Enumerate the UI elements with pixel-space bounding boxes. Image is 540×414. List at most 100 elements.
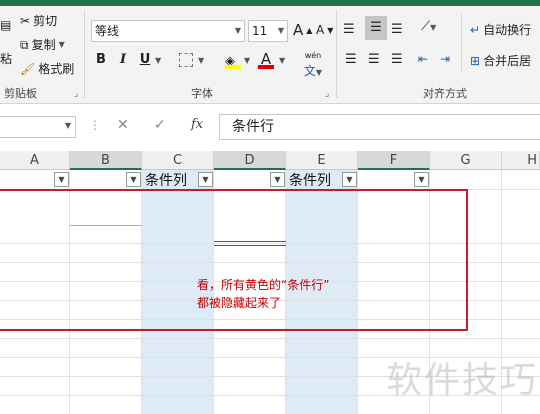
italic-button[interactable]: I [114,52,132,67]
paste-button[interactable]: ▤ 粘 [0,14,14,66]
name-box[interactable]: ▼ [0,116,76,138]
paste-icon: ▤ [0,18,12,32]
align-center-button[interactable]: ☰ [368,52,380,67]
row-divider [0,338,540,339]
shrink-font-icon: A [316,23,325,37]
wrap-text-icon: ↵ [470,22,481,37]
font-size-box[interactable]: 11 ▼ [248,20,288,42]
wrap-text-label: 自动换行 [483,23,532,37]
alignment-group-label: 对齐方式 [423,87,467,100]
cut-label: 剪切 [33,14,58,28]
column-header-f[interactable]: F [358,151,430,170]
chevron-down-icon[interactable]: ▼ [198,56,204,65]
copy-button[interactable]: ⧉ 复制 ▼ [20,36,65,53]
fx-icon: fx [191,117,204,132]
chevron-down-icon: ▼ [274,175,281,184]
clipboard-group-label: 剪贴板 [4,87,37,100]
chevron-down-icon: ▼ [346,175,353,184]
group-divider [461,14,462,72]
filter-dropdown-e[interactable]: ▼ [342,172,357,187]
align-right-icon: ☰ [391,52,403,67]
borders-icon[interactable] [179,53,193,67]
column-header-b[interactable]: B [70,151,142,170]
column-header-g[interactable]: G [430,151,502,170]
chevron-down-icon: ▼ [58,175,65,184]
title-bar-strip [0,0,540,6]
font-size-value: 11 [252,24,268,38]
wrap-text-button[interactable]: ↵ 自动换行 [470,21,531,38]
merge-center-button[interactable]: ⊞ 合并后居 [470,52,531,69]
decrease-font-button[interactable]: A ▼ [316,23,333,37]
align-top-button[interactable]: ☰ [343,18,361,37]
chevron-down-icon: ▼ [234,26,241,35]
align-middle-icon: ☰ [370,20,382,35]
group-divider [84,10,85,98]
filter-dropdown-b[interactable]: ▼ [126,172,141,187]
chevron-down-icon: ▼ [430,23,437,32]
bold-icon: B [96,52,106,67]
worksheet-grid[interactable]: A B C D E F G H ▼ ▼ 条件列 ▼ ▼ 条件列 ▼ ▼ 看，所有… [0,151,540,414]
decrease-indent-icon: ⇤ [418,52,429,66]
formula-content: 条件行 [232,119,274,135]
chevron-down-icon: ▼ [58,39,65,49]
chevron-down-icon: ▼ [202,175,209,184]
font-group-label: 字体 [191,87,213,100]
copy-label: 复制 [31,38,56,52]
underline-icon: U [139,52,151,67]
format-painter-button[interactable]: 🖌 格式刷 [20,60,74,77]
format-painter-label: 格式刷 [38,62,75,76]
watermark: 软件技巧 [386,360,539,401]
dialog-launcher-icon[interactable]: ⌟ [74,89,78,99]
chevron-down-icon[interactable]: ▼ [279,56,285,65]
annotation-line-2: 都被隐藏起来了 [197,296,282,310]
column-header-a[interactable]: A [0,151,70,170]
phonetic-guide-button[interactable]: wén 文▼ [298,51,328,79]
chevron-down-icon: ▼ [130,175,137,184]
filter-dropdown-c[interactable]: ▼ [198,172,213,187]
increase-indent-button[interactable]: ⇥ [440,52,450,66]
filter-dropdown-a[interactable]: ▼ [54,172,69,187]
formula-bar-grip-icon: ⋮ [89,118,101,132]
filter-dropdown-d[interactable]: ▼ [270,172,285,187]
enter-check-icon[interactable]: ✓ [154,117,166,133]
increase-font-button[interactable]: A ▲ [293,21,312,39]
italic-icon: I [119,52,127,67]
formula-input[interactable]: 条件行 [219,114,540,140]
font-color-swatch [258,65,274,69]
chevron-down-icon[interactable]: ▼ [244,56,250,65]
paste-label: 粘 [0,52,13,66]
chevron-down-icon[interactable]: ▼ [155,56,161,65]
fill-color-button[interactable]: ◈ [225,50,241,70]
header-cell-c[interactable]: 条件列 [145,170,187,190]
cut-button[interactable]: ✂ 剪切 [20,12,57,29]
group-divider [336,10,337,98]
column-header-h[interactable]: H [502,151,540,170]
align-right-button[interactable]: ☰ [391,52,403,67]
cancel-icon[interactable]: ✕ [117,117,129,133]
align-left-button[interactable]: ☰ [345,52,357,67]
font-name-box[interactable]: 等线 ▼ [91,20,245,42]
align-center-icon: ☰ [368,52,380,67]
align-middle-button[interactable]: ☰ [365,16,387,40]
copy-icon: ⧉ [20,37,29,52]
merge-cells-icon: ⊞ [470,53,481,68]
dialog-launcher-icon[interactable]: ⌟ [325,89,329,99]
column-header-c[interactable]: C [142,151,214,170]
chevron-down-icon: ▼ [418,175,425,184]
increase-indent-icon: ⇥ [440,52,451,66]
caret-down-icon: ▼ [327,25,334,35]
column-header-e[interactable]: E [286,151,358,170]
bold-button[interactable]: B [92,52,110,67]
orientation-icon: ⟋ [421,19,431,34]
insert-function-button[interactable]: fx [191,117,203,132]
align-bottom-button[interactable]: ☰ [391,18,409,37]
header-cell-e[interactable]: 条件列 [289,170,331,190]
decrease-indent-button[interactable]: ⇤ [418,52,428,66]
orientation-button[interactable]: ⟋▼ [421,19,436,34]
font-color-button[interactable]: A [258,49,274,69]
align-left-icon: ☰ [345,52,357,67]
column-header-d[interactable]: D [214,151,286,170]
filter-dropdown-f[interactable]: ▼ [414,172,429,187]
underline-button[interactable]: U [136,52,154,67]
grow-font-icon: A [293,21,304,39]
